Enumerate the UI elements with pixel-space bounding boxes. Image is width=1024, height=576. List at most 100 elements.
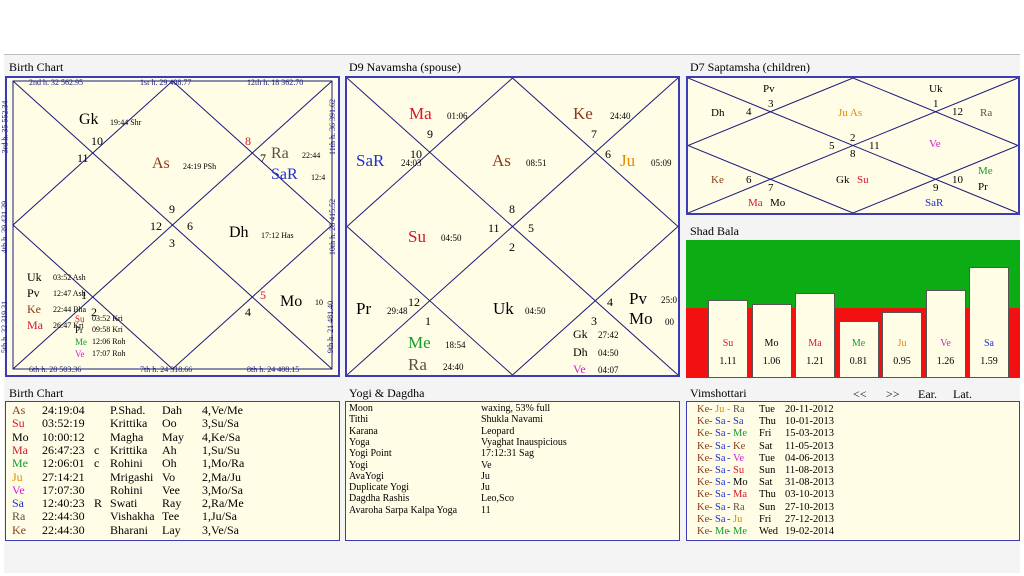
planet-me: Me [978,165,993,177]
birth-table-cell: Ju [12,469,23,484]
house-number: 6 [746,174,752,186]
planet-uk-degree: 04:50 [525,306,546,316]
yogi-cell: Shukla Navami [481,414,543,426]
dasha-separator: - [727,477,731,489]
planet-ju-degree: 05:09 [651,158,672,168]
dasha-separator: - [709,440,713,452]
planet-dh: Dh [573,345,588,359]
planet-ma: Ma [748,197,763,209]
yogi-title: Yogi & Dagdha [349,386,425,400]
house-number: 9 [933,182,939,194]
shad-bala-bar-me [838,321,879,378]
dasha-separator: - [709,404,713,415]
dasha-date: 11-05-2013 [785,440,834,452]
planet-as: As [492,151,511,170]
dasha-planet: Mo [733,477,748,489]
earlier-button[interactable]: Ear. [918,388,937,400]
yogi-cell: Ju [481,470,490,482]
d7-chart-lines [688,78,1018,213]
birth-table-cell: R [94,496,103,511]
planet-sar: SaR [356,151,385,170]
house-number: 8 [850,148,856,160]
birth-table-cell: 03:52:19 [42,416,85,431]
dasha-planet: Ju [715,404,725,415]
birth-table-cell: Magha [110,429,144,444]
d9-chart-box[interactable]: 9 10 7 6 8 11 5 2 12 1 4 3 Ma 01:06 Ke 2… [345,76,680,377]
shad-bala-label: Me [851,338,866,349]
planet-gk: Gk [79,111,99,128]
dasha-date: 27-10-2013 [785,501,834,513]
birth-table-cell: 1,Ju/Sa [202,509,238,524]
birth-table-cell: Krittika [110,416,148,431]
house-label-11: 11th h. 36 391.62 [327,99,337,155]
dasha-day: Fri [759,428,772,440]
planet-ve-degree: 17:07 Roh [92,349,126,358]
shad-bala-value: 1.06 [762,356,781,367]
dasha-separator: - [727,526,731,537]
birth-table-cell: Swati [110,496,138,511]
birth-chart-box[interactable]: 2nd h. 32 562.95 1st h. 29 408.77 12th h… [0,76,340,377]
birth-table-cell: Oo [162,416,177,431]
birth-table-cell: 1,Su/Su [202,442,240,457]
house-label-3: 3rd h. 35 552.34 [0,100,10,154]
house-number: 3 [169,236,175,250]
planet-ke: Ke [573,104,593,123]
dasha-date: 15-03-2013 [785,428,834,440]
yogi-cell: Vyaghat Inauspicious [481,436,567,448]
dasha-separator: - [727,404,731,415]
planet-ve: Ve [573,362,586,376]
birth-table-cell: Rohini [110,456,143,471]
dasha-planet: Ke [697,513,710,525]
planet-me-degree: 18:54 [445,340,466,350]
birth-table-cell: Ah [162,442,177,457]
planet-pv: Pv [763,83,775,95]
dasha-day: Wed [759,526,778,537]
planet-mo: Mo [280,293,303,310]
birth-table-cell: Lay [162,522,181,537]
planet-sar-degree: 24:03 [401,158,422,168]
dasha-day: Sun [759,465,776,476]
d9-chart-title: D9 Navamsha (spouse) [349,60,461,74]
dasha-separator: - [727,489,731,501]
house-number: 9 [169,202,175,216]
house-number: 11 [77,151,89,165]
house-number: 11 [869,140,880,152]
house-number: 10 [952,174,963,186]
dasha-date: 31-08-2013 [785,477,834,489]
dasha-separator: - [709,489,713,501]
dasha-separator: - [727,513,731,525]
shad-bala-label: Ve [940,338,951,349]
later-button[interactable]: Lat. [953,388,972,400]
house-number: 2 [509,240,515,254]
yogi-cell: Leopard [481,425,515,437]
planet-uk: Uk [27,270,42,284]
house-label-9: 9th h. 21 481.40 [326,300,336,354]
birth-table-cell: 17:07:30 [42,482,85,497]
planet-pv-degree: 25:0 [661,295,678,305]
birth-table-cell: Ra [12,509,26,524]
dasha-planet: Me [733,526,747,537]
planet-dh: Dh [711,107,725,119]
house-number: 7 [591,127,597,141]
birth-table-cell: 2,Ra/Me [202,496,244,511]
planet-as-degree: 08:51 [526,158,547,168]
shad-bala-label: Ju [897,338,907,349]
birth-table-cell: May [162,429,184,444]
planet-pv: Pv [629,289,647,308]
prev-period-button[interactable]: << [853,388,867,400]
dasha-planet: Sa [715,440,726,452]
yogi-cell: AvaYogi [349,470,384,482]
house-label-8: 8th h. 24 408.15 [247,365,300,374]
d7-chart-box[interactable]: 3 1 4 12 2 5 11 8 6 10 7 9 Pv Uk Dh Ju A… [686,76,1020,215]
yogi-panel: Moon waxing, 53% full Tithi Shukla Navami Ka… [345,401,680,541]
shad-bala-label: Su [722,338,734,349]
planet-ra-degree: 24:40 [443,362,464,372]
birth-table-cell: Me [12,456,28,471]
next-period-button[interactable]: >> [886,388,900,400]
house-number: 1 [425,314,431,328]
house-number: 12 [952,106,963,118]
birth-table-cell: Vee [162,482,180,497]
planet-mo: Mo [770,197,786,209]
birth-table-cell: P.Shad. [110,403,146,417]
dasha-planet: Sa [715,501,726,513]
